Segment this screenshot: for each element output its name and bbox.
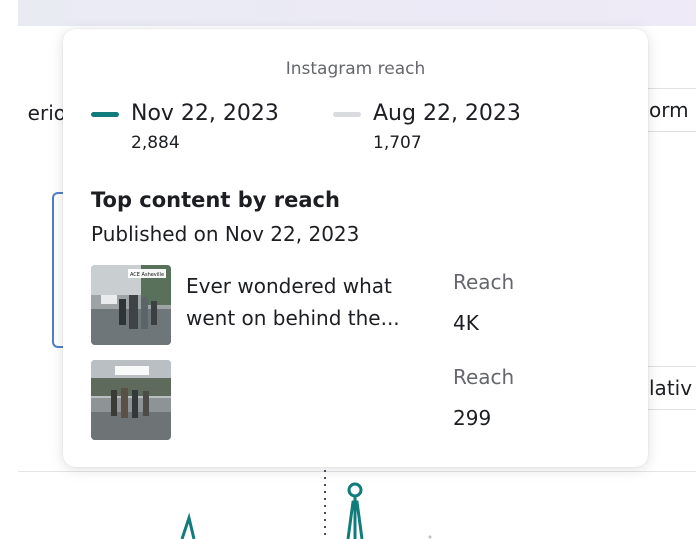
small-point bbox=[428, 535, 432, 539]
content-thumbnail[interactable] bbox=[91, 360, 171, 440]
legend-swatch-previous bbox=[333, 112, 361, 117]
background-cumulative-button[interactable]: lativ bbox=[645, 366, 696, 410]
background-cumulative-text: lativ bbox=[649, 376, 693, 400]
content-caption: Ever wondered what went on behind the... bbox=[186, 274, 400, 330]
hover-point-marker bbox=[347, 482, 363, 498]
background-format-button[interactable]: orm bbox=[645, 88, 696, 132]
header-strip bbox=[18, 0, 696, 26]
legend-value-previous: 1,707 bbox=[373, 133, 422, 153]
thumbnail-image: ACE Asheville bbox=[91, 265, 171, 345]
content-item[interactable]: Reach 299 bbox=[91, 360, 631, 442]
series-line-left bbox=[180, 512, 196, 539]
background-period-text: erio bbox=[27, 101, 66, 125]
reach-tooltip-card: Instagram reach Nov 22, 2023 2,884 Aug 2… bbox=[63, 29, 648, 467]
legend-swatch-current bbox=[91, 112, 119, 117]
content-item[interactable]: ACE Asheville Ever wondered what went on… bbox=[91, 265, 631, 347]
top-content-heading: Top content by reach bbox=[91, 188, 340, 212]
background-period-label: erio bbox=[0, 92, 66, 134]
legend-date-previous: Aug 22, 2023 bbox=[373, 101, 521, 126]
reach-value: 299 bbox=[453, 406, 492, 430]
reach-label: Reach bbox=[453, 270, 515, 294]
content-thumbnail[interactable]: ACE Asheville bbox=[91, 265, 171, 345]
legend-value-current: 2,884 bbox=[131, 133, 180, 153]
background-line-chart bbox=[180, 470, 432, 539]
background-format-text: orm bbox=[649, 98, 689, 122]
reach-value: 4K bbox=[453, 311, 479, 335]
tooltip-title: Instagram reach bbox=[285, 59, 426, 79]
top-content-subheading: Published on Nov 22, 2023 bbox=[91, 222, 360, 246]
thumbnail-caption-text: ACE Asheville bbox=[130, 272, 164, 278]
thumbnail-image bbox=[91, 360, 171, 440]
reach-label: Reach bbox=[453, 365, 515, 389]
legend-date-current: Nov 22, 2023 bbox=[131, 101, 279, 126]
